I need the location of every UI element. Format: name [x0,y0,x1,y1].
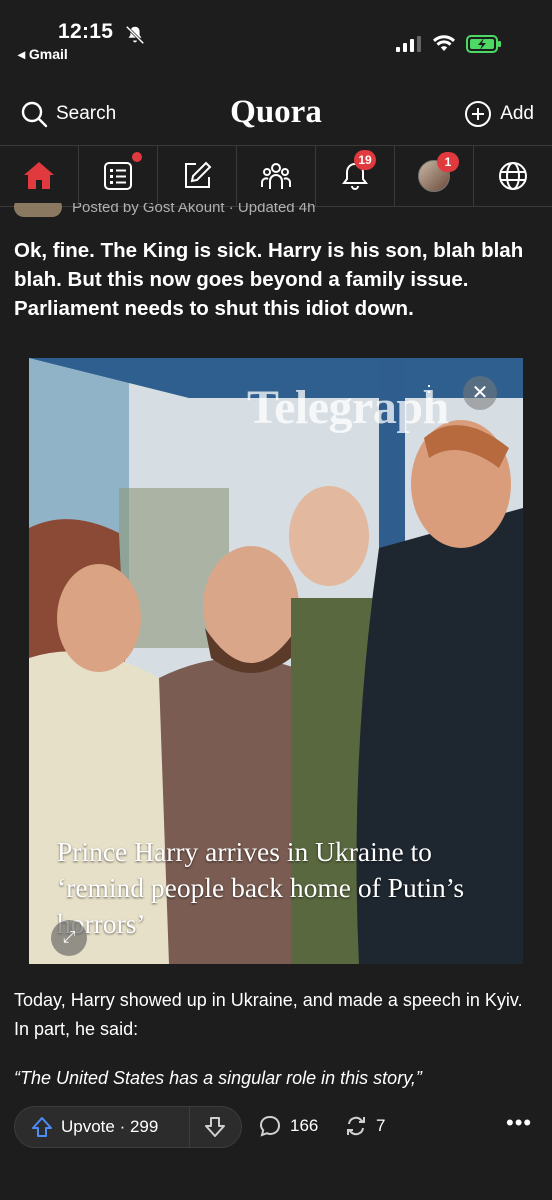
tab-profile[interactable]: 1 [394,146,473,206]
plus-circle-icon [465,101,492,127]
post-quote: “The United States has a singular role i… [14,1068,422,1088]
main-nav: 19 1 [0,145,552,207]
upvote-button[interactable]: Upvote · 299 [15,1107,190,1147]
globe-icon [499,162,527,190]
list-icon [104,162,132,190]
wifi-icon [433,35,455,51]
status-bar: 12:15 ◂ Gmail [0,0,552,80]
share-button[interactable]: 7 [344,1114,385,1138]
new-content-dot [132,152,142,162]
image-options-icon[interactable]: ⋮ [420,382,438,403]
profile-badge: 1 [437,152,459,172]
cellular-signal-icon [396,36,421,52]
post-paragraph: Today, Harry showed up in Ukraine, and m… [14,990,523,1039]
comment-icon [259,1115,281,1137]
add-button[interactable]: Add [464,100,534,128]
edit-icon [185,161,212,188]
post-title: Ok, fine. The King is sick. Harry is his… [14,239,524,320]
space-thumbnail[interactable] [14,203,62,217]
tab-languages[interactable] [473,146,552,206]
app-header: Search Quora Add [0,90,552,142]
posted-by-text: Posted by Gost Akount · Updated 4h [72,203,316,216]
post-meta: Posted by Gost Akount · Updated 4h [14,203,538,217]
battery-charging-icon [466,35,501,53]
image-caption: Prince Harry arrives in Ukraine to ‘remi… [57,836,465,939]
tab-notifications[interactable]: 19 [315,146,394,206]
back-to-app-link[interactable]: ◂ Gmail [18,46,68,63]
comments-count: 166 [290,1116,319,1135]
tab-spaces[interactable] [236,146,315,206]
tab-home[interactable] [0,146,78,206]
shares-count: 7 [376,1116,386,1135]
more-options-button[interactable]: ••• [506,1110,532,1136]
comments-button[interactable]: 166 [258,1114,318,1138]
vote-group: Upvote · 299 [14,1106,242,1148]
tab-following[interactable] [78,146,157,206]
notifications-badge: 19 [354,150,376,170]
telegraph-watermark: Telegraph [247,381,449,434]
upvote-label: Upvote · 299 [61,1117,159,1136]
downvote-button[interactable] [190,1107,242,1147]
clock: 12:15 [58,20,114,43]
post-action-bar: Upvote · 299 166 7 ••• [0,1100,552,1200]
downvote-arrow-icon [205,1117,226,1137]
reshare-icon [347,1116,365,1136]
bell-muted-icon [125,25,145,45]
tab-answer[interactable] [157,146,236,206]
home-icon [24,162,54,189]
add-label: Add [500,103,534,124]
expand-icon[interactable]: ⤢ [51,920,87,956]
close-icon[interactable]: ✕ [463,376,497,410]
post-image[interactable]: Telegraph ⋮ ✕ Prince Harry arrives in Uk… [29,358,523,964]
people-icon [261,163,291,189]
upvote-arrow-icon [32,1117,52,1137]
